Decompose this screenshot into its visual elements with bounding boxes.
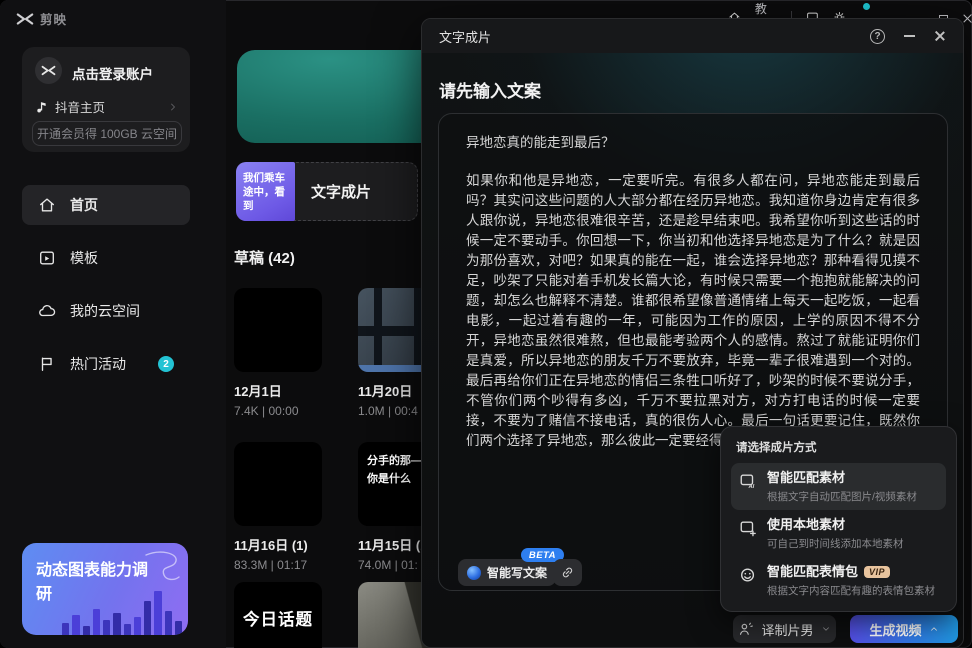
sidebar-item-label: 热门活动 [70,354,126,374]
option-local-material[interactable]: 使用本地素材 可自己到时间线添加本地素材 [731,510,946,557]
draft-thumbnail[interactable] [234,288,322,372]
login-card[interactable]: 点击登录账户 抖音主页 开通会员得 100GB 云空间 [22,47,190,152]
option-title: 智能匹配表情包 [767,563,858,580]
drafts-grid: 12月1日 7.4K | 00:00 11月20日 1.0M | 00:4 11… [234,288,446,648]
text-to-video-label: 文字成片 [311,163,371,220]
draft-thumbnail[interactable] [234,442,322,526]
draft-item[interactable]: 今日话题 微的爱情是永远不太被珍惜 [234,582,322,648]
activity-count-badge: 2 [158,356,174,372]
cloud-icon [38,302,56,320]
sidebar-item-hot-activities[interactable]: 热门活动 2 [22,344,190,384]
draft-stats: 7.4K | 00:00 [234,404,322,418]
generate-video-label: 生成视频 [869,620,921,639]
sidebar: 点击登录账户 抖音主页 开通会员得 100GB 云空间 首页 模板 我的云空间 … [0,0,226,648]
smiley-icon [739,566,757,584]
option-smart-match-material[interactable]: AI 智能匹配素材 根据文字自动匹配图片/视频素材 [731,463,946,510]
local-material-icon [739,519,757,537]
dialog-title: 文字成片 [439,27,491,46]
draft-overlay-title: 今日话题 [234,606,322,630]
option-desc: 根据文字内容匹配有趣的表情包素材 [767,583,935,598]
window-close-button[interactable] [962,13,972,24]
option-title: 使用本地素材 [767,516,845,533]
sidebar-item-templates[interactable]: 模板 [22,238,190,278]
douyin-label: 抖音主页 [55,97,105,116]
flag-icon [38,355,56,373]
home-icon [38,196,56,214]
sidebar-item-label: 首页 [70,195,98,215]
mode-select-panel: 请选择成片方式 AI 智能匹配素材 根据文字自动匹配图片/视频素材 使用本地素材… [720,426,957,612]
text-to-video-card[interactable]: 我们乘车途中，看到 文字成片 [236,162,418,221]
douyin-home-link[interactable]: 抖音主页 [37,97,178,116]
dialog-heading: 请先输入文案 [439,77,541,102]
script-paragraph: 如果你和他是异地恋，一定要听完。有很多人都在问，异地恋能走到最后吗？其实问这些问… [466,171,920,451]
chevron-up-icon [929,624,939,634]
draft-stats: 83.3M | 01:17 [234,558,322,572]
sidebar-item-label: 模板 [70,248,98,268]
text-to-video-dialog: 文字成片 ? 请先输入文案 异地恋真的能走到最后？ 如果你和他是异地恋，一定要听… [421,18,964,648]
draft-item[interactable]: 11月16日 (1) 83.3M | 01:17 [234,442,322,572]
capcut-avatar-icon [41,65,56,76]
drafts-header: 草稿 (42) [234,247,295,268]
text-to-video-thumb: 我们乘车途中，看到 [236,162,295,221]
script-paragraph: 异地恋真的能走到最后？ [466,133,920,153]
capcut-logo-icon [16,12,34,26]
notification-dot [863,3,870,10]
vip-badge: VIP [864,566,890,578]
promo-banner[interactable]: 动态图表能力调研 [22,543,188,635]
vip-banner[interactable]: 开通会员得 100GB 云空间 [32,121,182,146]
music-note-icon [37,100,48,113]
app-window: 剪映 教程 点击登录账户 抖音主页 开通会员得 100GB 云空间 [0,0,972,648]
app-logo: 剪映 [16,9,67,28]
link-icon [560,565,575,580]
option-desc: 根据文字自动匹配图片/视频素材 [767,489,917,504]
dialog-body: 请先输入文案 异地恋真的能走到最后？ 如果你和他是异地恋，一定要听完。有很多人都… [422,53,963,647]
avatar [35,57,62,84]
promo-title: 动态图表能力调研 [36,559,154,607]
template-icon [38,249,56,267]
svg-text:AI: AI [747,484,754,490]
sidebar-item-home[interactable]: 首页 [22,185,190,225]
help-icon[interactable]: ? [870,29,885,44]
dialog-minimize-button[interactable] [904,35,915,37]
draft-title: 12月1日 [234,381,322,400]
dialog-close-button[interactable] [934,30,946,42]
ai-material-icon: AI [739,472,757,490]
generate-video-button[interactable]: 生成视频 [850,615,958,643]
draft-item[interactable]: 12月1日 7.4K | 00:00 [234,288,322,418]
dialog-titlebar: 文字成片 ? [422,19,963,53]
draft-thumbnail[interactable]: 今日话题 微的爱情是永远不太被珍惜 [234,582,322,648]
draft-title: 11月16日 (1) [234,535,322,554]
sidebar-item-label: 我的云空间 [70,301,140,321]
option-title: 智能匹配素材 [767,469,845,486]
chevron-down-icon [821,624,831,634]
login-title[interactable]: 点击登录账户 [72,63,153,83]
voice-select-label: 译制片男 [761,620,813,639]
mode-panel-title: 请选择成片方式 [736,439,946,455]
option-smart-match-sticker[interactable]: 智能匹配表情包 VIP 根据文字内容匹配有趣的表情包素材 [731,557,946,604]
voice-person-icon [738,621,754,637]
smart-write-button[interactable]: 智能写文案 BETA [458,559,556,586]
insert-link-button[interactable] [553,559,582,586]
app-name: 剪映 [40,9,67,28]
chevron-right-icon [168,102,178,112]
sidebar-item-cloud-space[interactable]: 我的云空间 [22,291,190,331]
smart-write-label: 智能写文案 [487,564,547,581]
ai-sphere-icon [467,566,481,580]
voice-select-dropdown[interactable]: 译制片男 [733,615,836,643]
option-desc: 可自己到时间线添加本地素材 [767,536,904,551]
